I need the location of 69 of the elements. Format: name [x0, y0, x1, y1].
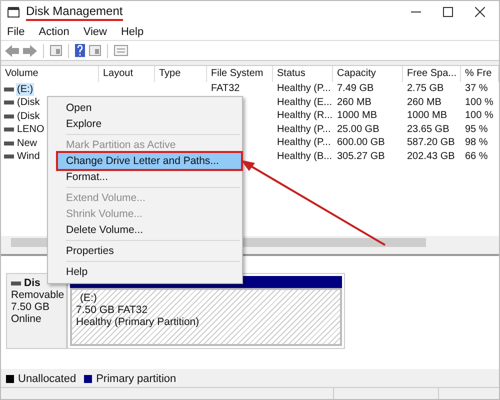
table-cell-text: 95 %	[464, 122, 489, 136]
table-cell-text: Healthy (E...	[276, 96, 333, 110]
forward-icon[interactable]	[23, 44, 37, 57]
table-cell[interactable]: (Disk	[16, 110, 41, 123]
table-cell-text: 100 %	[464, 96, 494, 110]
table-cell-text: 1000 MB	[336, 109, 378, 123]
menu-item[interactable]: Change Drive Letter and Paths...	[58, 153, 241, 169]
menu-item[interactable]: View	[83, 26, 107, 38]
table-cell[interactable]: New	[16, 136, 38, 150]
column-header[interactable]: Status	[273, 66, 333, 82]
disk-info: 7.50 GB	[11, 301, 51, 314]
panel-icon[interactable]	[50, 45, 62, 56]
menu-item[interactable]: Properties	[58, 243, 241, 259]
help-icon[interactable]	[75, 44, 85, 58]
drive-icon	[11, 280, 21, 286]
menu-item[interactable]: Format...	[58, 169, 241, 185]
column-header[interactable]: % Fre	[461, 66, 499, 82]
disk-info: Online	[11, 313, 42, 326]
table-cell-text: 260 MB	[336, 96, 372, 110]
table-cell-text: Healthy (B...	[276, 150, 333, 164]
table-cell-text: Healthy (P...	[276, 136, 332, 150]
window-title: Disk Management	[26, 4, 123, 21]
legend-label: Primary partition	[96, 372, 176, 385]
column-header[interactable]: Capacity	[333, 66, 403, 82]
table-cell-text: 2.75 GB	[406, 82, 445, 96]
back-icon[interactable]	[5, 44, 19, 57]
table-cell-text: 587.20 GB	[406, 136, 456, 150]
table-cell[interactable]: LENO	[16, 123, 46, 136]
column-header[interactable]: Layout	[99, 66, 155, 82]
table-cell-text: FAT32	[210, 82, 241, 96]
menu-item[interactable]: Action	[38, 26, 70, 38]
menu-item[interactable]: Explore	[58, 116, 241, 132]
disk-info: Removable	[11, 289, 66, 302]
list-view-icon[interactable]	[114, 45, 128, 56]
table-cell-text: 260 MB	[406, 96, 442, 110]
table-cell-text: Healthy (R...	[276, 109, 333, 123]
menu-item[interactable]: Open	[58, 100, 241, 116]
partition-name: (E:)	[79, 292, 98, 304]
table-cell-text: Healthy (P...	[276, 82, 332, 96]
disk-name: Dis	[24, 277, 40, 290]
table-cell-text: 25.00 GB	[336, 122, 380, 136]
table-cell-text: 98 %	[464, 136, 489, 150]
maximize-icon[interactable]	[443, 7, 453, 18]
column-header[interactable]: Volume	[1, 66, 99, 82]
menu-item[interactable]: Help	[120, 26, 144, 38]
panel-icon[interactable]	[89, 45, 101, 56]
column-header[interactable]: Type	[155, 66, 207, 82]
table-cell-text: 37 %	[464, 82, 489, 96]
table-cell-text: 7.49 GB	[336, 82, 375, 96]
table-cell[interactable]: (Disk	[16, 96, 41, 110]
partition-size: 7.50 GB FAT32	[76, 304, 149, 316]
legend-label: Unallocated	[18, 372, 76, 385]
table-cell-text: 66 %	[464, 150, 489, 164]
close-icon[interactable]	[475, 7, 485, 18]
table-cell[interactable]: Wind	[16, 150, 41, 164]
table-cell-text: 100 %	[464, 109, 494, 123]
column-header[interactable]: Free Spa...	[403, 66, 461, 82]
column-header[interactable]: File System	[207, 66, 273, 82]
table-cell-text: 202.43 GB	[406, 150, 456, 164]
menu-item[interactable]: Delete Volume...	[58, 222, 241, 238]
table-cell-text: 1000 MB	[406, 109, 448, 123]
table-cell-text: 23.65 GB	[406, 122, 450, 136]
menu-item[interactable]: File	[7, 26, 25, 38]
table-cell-text: 305.27 GB	[336, 150, 386, 164]
table-cell-text: 600.00 GB	[336, 136, 386, 150]
disk-panel[interactable]: Dis Removable 7.50 GB Online	[6, 273, 67, 350]
table-cell[interactable]: (E:)	[16, 82, 34, 96]
table-cell-text: Healthy (P...	[276, 122, 332, 136]
partition-status: Healthy (Primary Partition)	[76, 316, 200, 328]
